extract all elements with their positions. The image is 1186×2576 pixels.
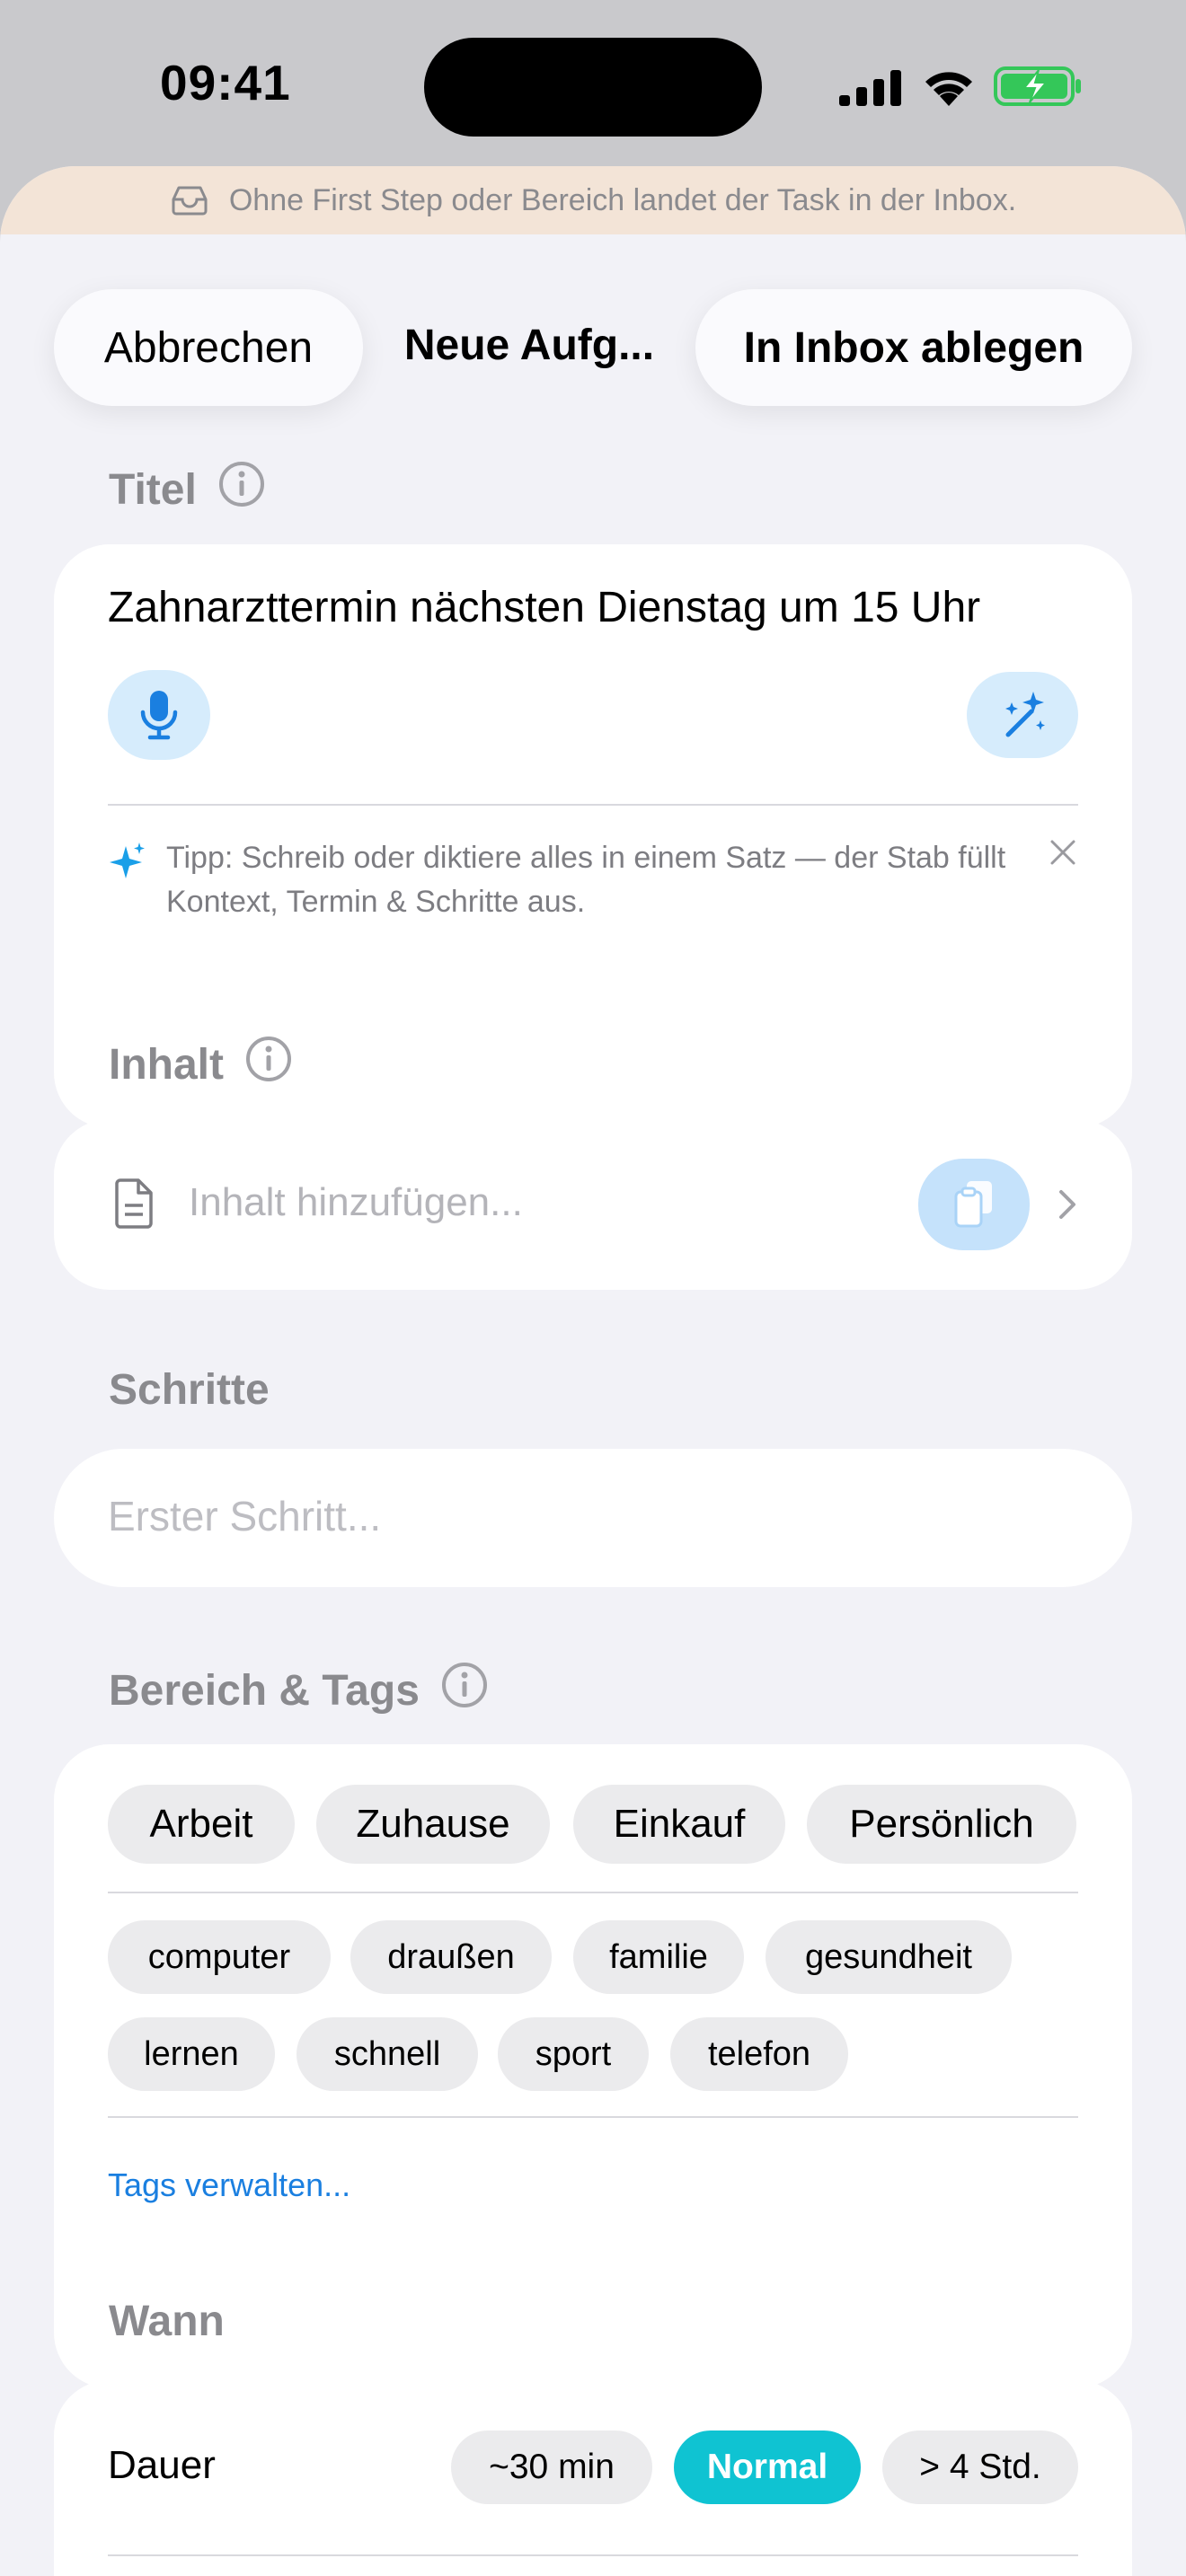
first-step-placeholder[interactable]: Erster Schritt...	[108, 1492, 381, 1540]
first-step-field[interactable]: Erster Schritt...	[54, 1449, 1132, 1587]
magic-wand-icon	[1005, 692, 1045, 737]
cancel-button[interactable]: Abbrechen	[54, 289, 363, 406]
wifi-icon	[925, 72, 972, 106]
document-icon	[115, 1178, 153, 1229]
title-input[interactable]: Zahnarzttermin nächsten Dienstag um 15 U…	[108, 583, 980, 632]
info-icon[interactable]	[218, 461, 265, 518]
tip-text: Tipp: Schreib oder diktiere alles in ein…	[166, 841, 1006, 919]
inhalt-label: Inhalt	[109, 1040, 224, 1089]
bereich-label: Bereich & Tags	[109, 1666, 420, 1715]
chevron-right-icon[interactable]	[1058, 1189, 1076, 1220]
area-chip-zuhause[interactable]: Zuhause	[316, 1785, 550, 1864]
inbox-tray-icon	[172, 186, 208, 216]
paste-button[interactable]	[918, 1159, 1030, 1250]
tag-chip-sport[interactable]: sport	[498, 2017, 649, 2091]
titel-section-label: Titel	[109, 461, 265, 518]
sheet-title: Neue Aufg...	[403, 322, 655, 369]
banner-text: Ohne First Step oder Bereich landet der …	[228, 182, 1017, 217]
tag-chip-draussen[interactable]: draußen	[350, 1920, 552, 1994]
titel-label: Titel	[109, 465, 197, 514]
divider	[108, 2116, 1078, 2118]
dictate-button[interactable]	[108, 670, 210, 760]
divider	[108, 804, 1078, 806]
cellular-signal-icon	[839, 70, 901, 106]
schritte-label: Schritte	[109, 1366, 270, 1414]
manage-tags-link[interactable]: Tags verwalten...	[108, 2166, 350, 2204]
sparkle-icon	[110, 842, 145, 878]
duration-option-short[interactable]: ~30 min	[451, 2430, 652, 2504]
tag-chip-telefon[interactable]: telefon	[670, 2017, 848, 2091]
status-time: 09:41	[160, 55, 291, 110]
tag-chip-lernen[interactable]: lernen	[108, 2017, 275, 2091]
inhalt-section-label: Inhalt	[109, 1036, 292, 1093]
duration-option-long[interactable]: > 4 Std.	[882, 2430, 1078, 2504]
wann-section-label: Wann	[109, 2297, 225, 2346]
clipboard-icon	[954, 1181, 992, 1228]
divider	[108, 2554, 1078, 2556]
inbox-hint-banner: Ohne First Step oder Bereich landet der …	[0, 166, 1186, 234]
tag-chip-gesundheit[interactable]: gesundheit	[766, 1920, 1012, 1994]
dauer-label: Dauer	[108, 2443, 216, 2487]
area-chip-persoenlich[interactable]: Persönlich	[807, 1785, 1076, 1864]
battery-charging-icon	[994, 66, 1081, 106]
inhalt-placeholder[interactable]: Inhalt hinzufügen...	[189, 1180, 523, 1225]
status-bar: 09:41	[0, 0, 1186, 166]
area-chip-einkauf[interactable]: Einkauf	[573, 1785, 785, 1864]
inhalt-card[interactable]: Inhalt hinzufügen...	[54, 1119, 1132, 1290]
dynamic-island	[424, 38, 762, 137]
duration-option-normal[interactable]: Normal	[674, 2430, 861, 2504]
save-to-inbox-button[interactable]: In Inbox ablegen	[695, 289, 1132, 406]
schritte-section-label: Schritte	[109, 1365, 270, 1415]
info-icon[interactable]	[441, 1662, 488, 1719]
new-task-sheet: Ohne First Step oder Bereich landet der …	[0, 166, 1186, 2576]
tag-chip-familie[interactable]: familie	[573, 1920, 744, 1994]
close-icon[interactable]	[1049, 839, 1076, 866]
microphone-icon	[140, 691, 178, 740]
divider	[108, 1892, 1078, 1893]
area-chip-arbeit[interactable]: Arbeit	[108, 1785, 295, 1864]
magic-wand-button[interactable]	[967, 672, 1078, 758]
tag-chip-computer[interactable]: computer	[108, 1920, 331, 1994]
wann-label: Wann	[109, 2298, 225, 2345]
wann-card: Dauer ~30 min Normal > 4 Std.	[54, 2380, 1132, 2576]
bereich-tags-card: Arbeit Zuhause Einkauf Persönlich comput…	[54, 1744, 1132, 2388]
bereich-section-label: Bereich & Tags	[109, 1662, 488, 1719]
tag-chip-schnell[interactable]: schnell	[296, 2017, 478, 2091]
info-icon[interactable]	[245, 1036, 292, 1093]
